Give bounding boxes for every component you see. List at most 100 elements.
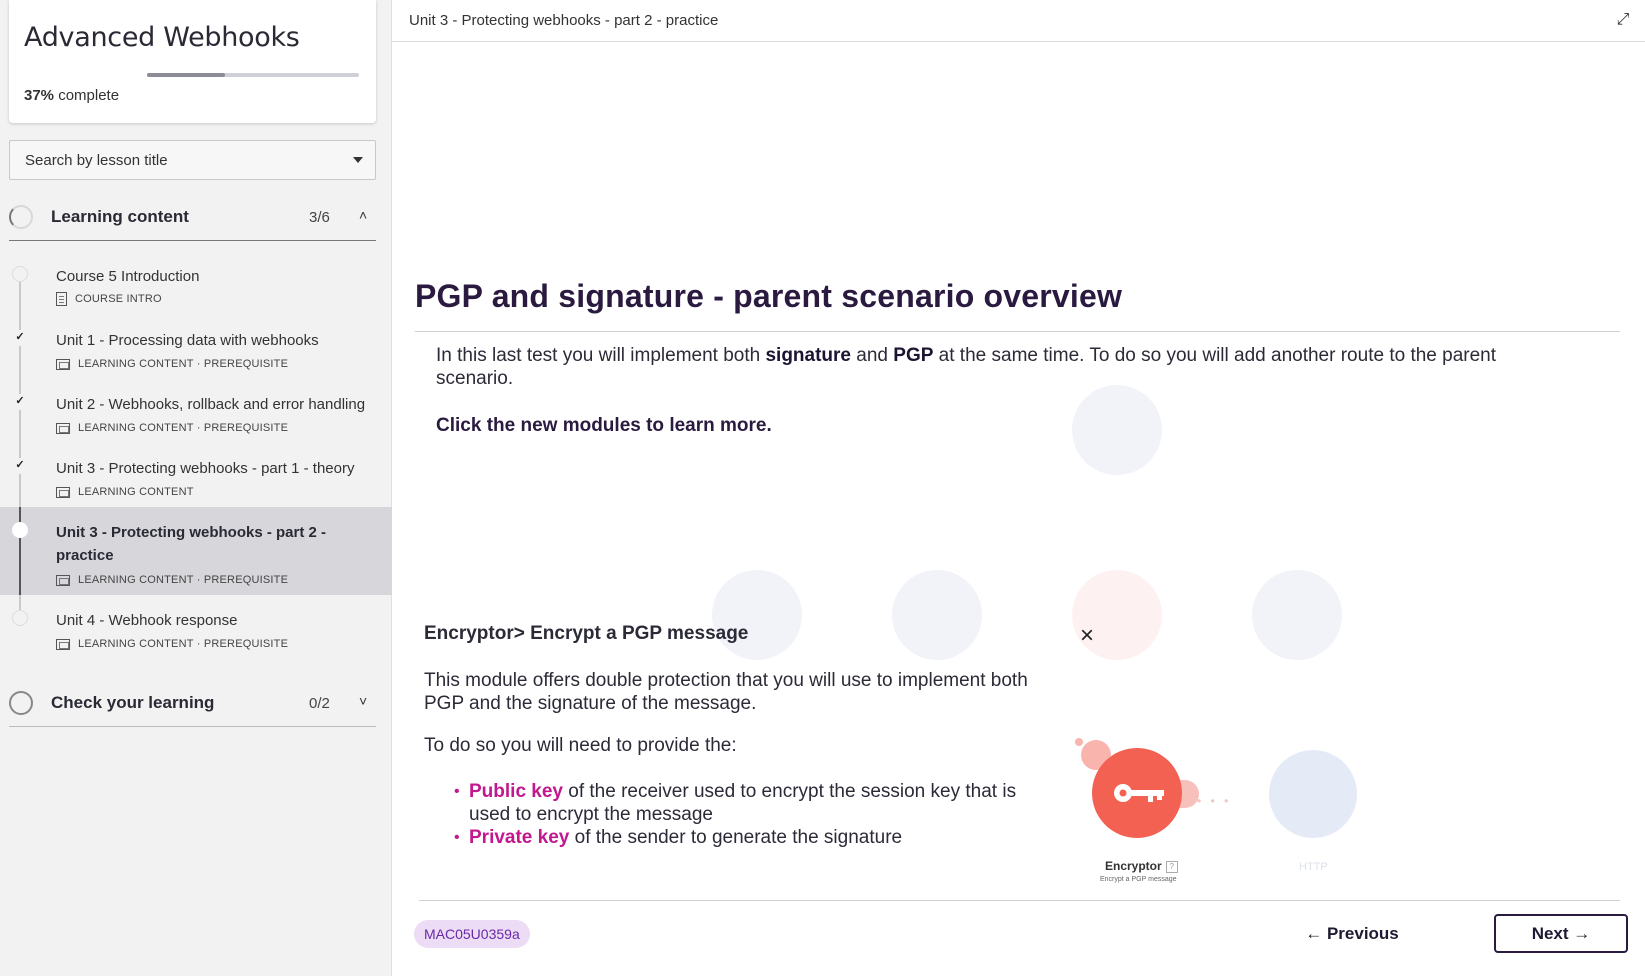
- lesson-item-unit-3-part-2-active[interactable]: Unit 3 - Protecting webhooks - part 2 - …: [0, 507, 392, 595]
- faded-http-node-top: [1072, 385, 1162, 475]
- lesson-meta: LEARNING CONTENT · PREREQUISITE: [56, 574, 288, 586]
- chevron-up-icon[interactable]: ˄: [359, 207, 367, 223]
- checkmark-icon: ✓: [12, 330, 28, 346]
- lesson-title: Unit 4 - Webhook response: [56, 612, 238, 629]
- footer-divider: [419, 900, 1620, 901]
- checkmark-icon: ✓: [12, 458, 28, 474]
- faded-node-router: [892, 570, 982, 660]
- click-modules-cta: Click the new modules to learn more.: [436, 415, 772, 436]
- key-term-private: Private key: [469, 827, 570, 848]
- lesson-meta-text: LEARNING CONTENT · PREREQUISITE: [78, 574, 289, 586]
- lesson-search-dropdown[interactable]: [9, 140, 376, 180]
- help-badge-icon: ?: [1165, 860, 1178, 873]
- lesson-list: Course 5 Introduction COURSE INTRO ✓ Uni…: [0, 251, 392, 659]
- list-item-text: of the sender to generate the signature: [569, 827, 903, 848]
- section-count: 3/6: [309, 209, 330, 226]
- lesson-meta-text: LEARNING CONTENT · PREREQUISITE: [78, 638, 289, 650]
- lesson-breadcrumb: Unit 3 - Protecting webhooks - part 2 - …: [409, 12, 719, 29]
- faded-node-http: [1252, 570, 1342, 660]
- slides-icon: [56, 486, 70, 498]
- http-node-label: HTTP: [1299, 861, 1328, 873]
- http-node-faded: [1269, 750, 1357, 838]
- course-progress-bar: [147, 73, 359, 77]
- arrow-left-icon: ←: [1305, 924, 1327, 943]
- previous-label: Previous: [1326, 924, 1399, 943]
- slides-icon: [56, 574, 70, 586]
- next-button[interactable]: Next →: [1494, 914, 1628, 953]
- page-title: PGP and signature - parent scenario over…: [415, 278, 1123, 314]
- section-count: 0/2: [309, 695, 330, 712]
- lesson-rail: [19, 443, 21, 507]
- module-popup-title: Encryptor> Encrypt a PGP message: [424, 623, 749, 644]
- intro-bold-signature: signature: [765, 345, 852, 366]
- slides-icon: [56, 422, 70, 434]
- lesson-meta: LEARNING CONTENT · PREREQUISITE: [56, 638, 288, 650]
- lesson-meta: COURSE INTRO: [56, 292, 162, 306]
- lesson-title: Unit 2 - Webhooks, rollback and error ha…: [56, 396, 366, 413]
- lesson-search-input[interactable]: [10, 141, 375, 179]
- section-progress-ring-icon: [9, 691, 33, 715]
- lesson-code-badge: MAC05U0359a: [414, 920, 530, 948]
- course-header-card: Advanced Webhooks 37% complete: [9, 0, 376, 123]
- lesson-meta-text: COURSE INTRO: [75, 293, 162, 305]
- faded-node-tools: [712, 570, 802, 660]
- course-progress-fill: [147, 73, 226, 77]
- document-icon: [56, 292, 67, 306]
- encryptor-node-subtitle: Encrypt a PGP message: [1100, 876, 1177, 883]
- lesson-topbar: Unit 3 - Protecting webhooks - part 2 - …: [392, 0, 1645, 42]
- chevron-down-icon[interactable]: ˅: [359, 693, 367, 709]
- route-dots: • • •: [1197, 794, 1232, 808]
- lesson-meta-text: LEARNING CONTENT · PREREQUISITE: [78, 422, 289, 434]
- lesson-item-unit-2[interactable]: ✓ Unit 2 - Webhooks, rollback and error …: [0, 379, 392, 443]
- key-term-public: Public key: [469, 781, 563, 802]
- intro-bold-pgp: PGP: [893, 345, 934, 366]
- list-item: Private key of the sender to generate th…: [454, 826, 1054, 849]
- title-divider: [415, 331, 1620, 332]
- lesson-meta: LEARNING CONTENT · PREREQUISITE: [56, 422, 288, 434]
- lesson-item-unit-4[interactable]: Unit 4 - Webhook response LEARNING CONTE…: [0, 595, 392, 659]
- section-check-your-learning[interactable]: Check your learning 0/2 ˅: [9, 679, 376, 727]
- checkmark-icon: ✓: [12, 394, 28, 410]
- previous-button[interactable]: ← Previous: [1297, 917, 1407, 951]
- requirements-list: Public key of the receiver used to encry…: [454, 780, 1054, 849]
- intro-text-2: and: [851, 345, 894, 366]
- module-description: This module offers double protection tha…: [424, 670, 1028, 714]
- course-title: Advanced Webhooks: [24, 22, 300, 53]
- lesson-meta: LEARNING CONTENT: [56, 486, 194, 498]
- lesson-meta-text: LEARNING CONTENT · PREREQUISITE: [78, 358, 289, 370]
- lesson-status-icon: [12, 266, 28, 282]
- section-title: Learning content: [51, 207, 189, 226]
- lesson-item-unit-1[interactable]: ✓ Unit 1 - Processing data with webhooks…: [0, 315, 392, 379]
- close-icon[interactable]: ×: [1080, 624, 1094, 648]
- lesson-title: Unit 3 - Protecting webhooks - part 1 - …: [56, 460, 355, 477]
- lesson-content: Unit 3 - Protecting webhooks - part 2 - …: [392, 0, 1645, 976]
- caret-down-icon[interactable]: [353, 157, 363, 163]
- connector-dot: [1075, 738, 1083, 746]
- lesson-title: Unit 3 - Protecting webhooks - part 2 - …: [56, 524, 327, 564]
- lesson-title: Course 5 Introduction: [56, 268, 200, 285]
- section-progress-ring-icon: [9, 205, 33, 229]
- lesson-meta-text: LEARNING CONTENT: [78, 486, 194, 498]
- lesson-meta: LEARNING CONTENT · PREREQUISITE: [56, 358, 288, 370]
- current-lesson-dot-icon: [12, 522, 28, 538]
- lesson-item-unit-3-part-1[interactable]: ✓ Unit 3 - Protecting webhooks - part 1 …: [0, 443, 392, 507]
- progress-text: 37% complete: [24, 87, 119, 104]
- slides-icon: [56, 358, 70, 370]
- lesson-title: Unit 1 - Processing data with webhooks: [56, 332, 319, 349]
- encryptor-handle-right: [1179, 780, 1199, 808]
- next-label: Next: [1531, 924, 1569, 943]
- encryptor-label-text: Encryptor: [1105, 859, 1162, 873]
- progress-suffix: complete: [58, 87, 120, 104]
- lesson-item-course-intro[interactable]: Course 5 Introduction COURSE INTRO: [0, 251, 392, 335]
- progress-percent: 37%: [24, 87, 55, 104]
- intro-paragraph: In this last test you will implement bot…: [436, 344, 1506, 390]
- intro-text-1: In this last test you will implement bot…: [436, 345, 766, 366]
- module-requirements-intro: To do so you will need to provide the:: [424, 735, 737, 756]
- section-title: Check your learning: [51, 693, 215, 712]
- list-item: Public key of the receiver used to encry…: [454, 780, 1054, 826]
- lesson-rail: [19, 315, 21, 379]
- arrow-right-icon: →: [1568, 924, 1591, 943]
- section-learning-content[interactable]: Learning content 3/6 ˄: [9, 193, 376, 241]
- slides-icon: [56, 638, 70, 650]
- expand-fullscreen-icon[interactable]: ⤢: [1613, 10, 1633, 30]
